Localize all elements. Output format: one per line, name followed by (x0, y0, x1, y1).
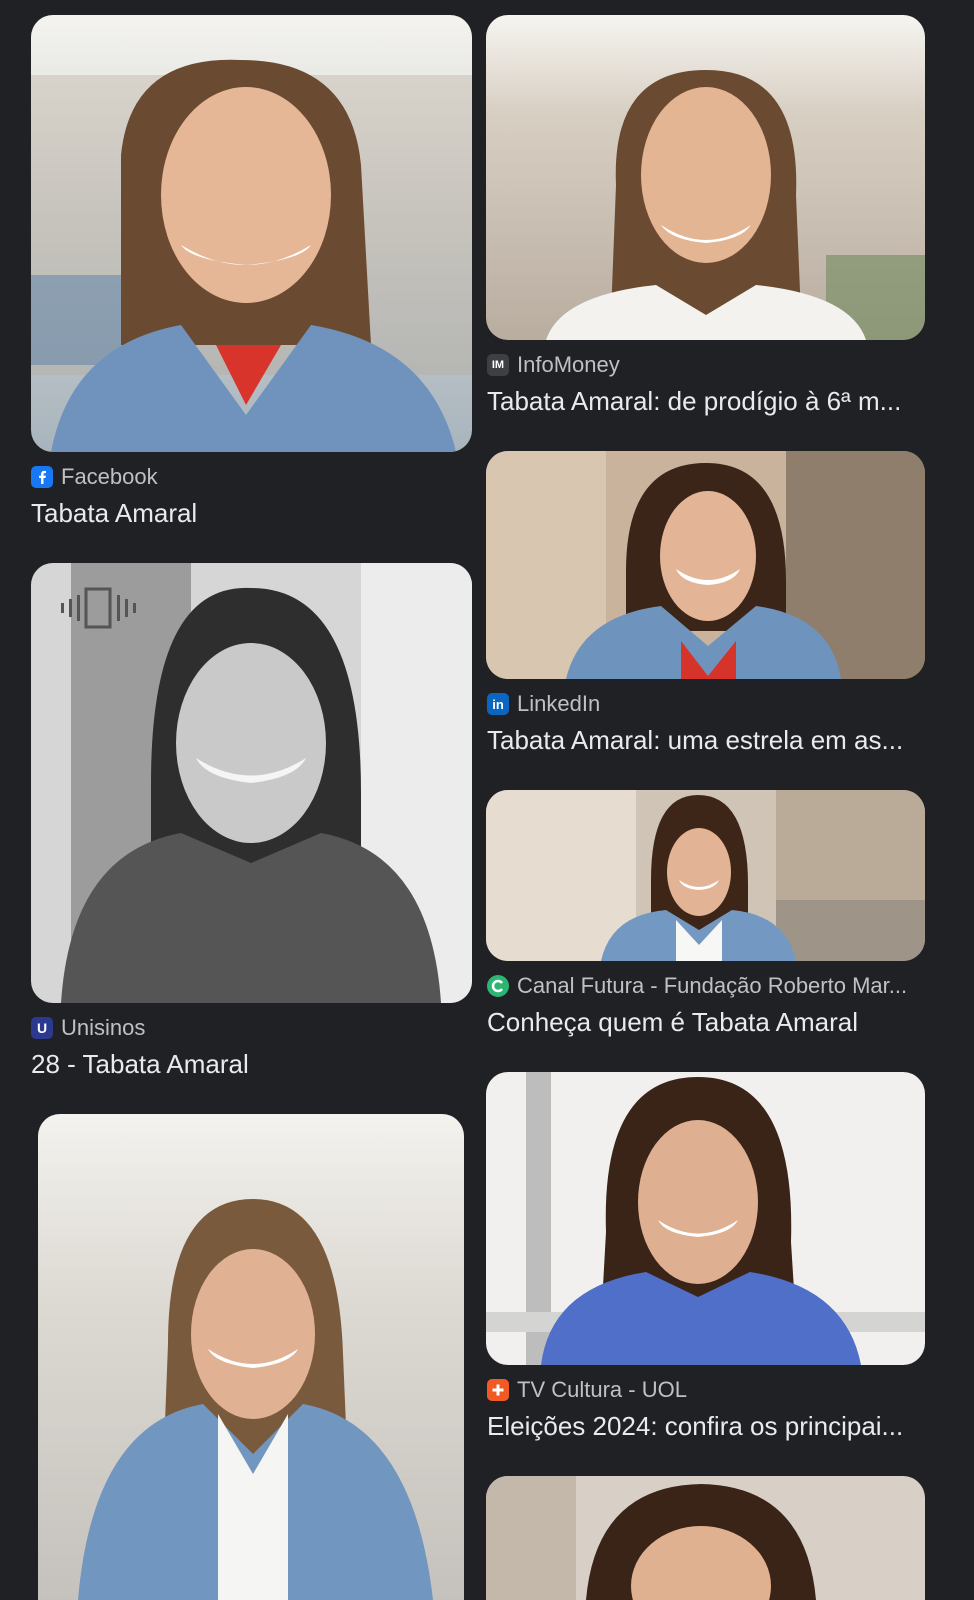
result-source-infomoney[interactable]: IM InfoMoney (487, 352, 620, 378)
unisinos-icon: U (31, 1017, 53, 1039)
result-source-unisinos[interactable]: U Unisinos (31, 1015, 145, 1041)
result-source-facebook[interactable]: Facebook (31, 464, 158, 490)
tv-cultura-icon (487, 1379, 509, 1401)
result-image-tv-cultura[interactable] (486, 1072, 925, 1365)
result-title-tv-cultura[interactable]: Eleições 2024: confira os principai... (487, 1411, 925, 1442)
result-title-infomoney[interactable]: Tabata Amaral: de prodígio à 6ª m... (487, 386, 925, 417)
canal-futura-icon (487, 975, 509, 997)
source-label: Unisinos (61, 1015, 146, 1040)
result-source-linkedin[interactable]: in LinkedIn (487, 691, 600, 717)
result-image-canal-futura[interactable] (486, 790, 925, 961)
result-image-linkedin[interactable] (486, 451, 925, 679)
infomoney-icon: IM (487, 354, 509, 376)
source-label: InfoMoney (517, 352, 620, 377)
result-image-facebook[interactable] (31, 15, 472, 452)
result-source-tv-cultura[interactable]: TV Cultura - UOL (487, 1377, 687, 1403)
result-title-facebook[interactable]: Tabata Amaral (31, 498, 471, 529)
source-label: TV Cultura - UOL (517, 1377, 687, 1402)
result-image-bottom-left[interactable] (38, 1114, 464, 1600)
source-label: Canal Futura - Fundação Roberto Mar... (517, 973, 908, 998)
result-title-canal-futura[interactable]: Conheça quem é Tabata Amaral (487, 1007, 925, 1038)
result-image-unisinos[interactable] (31, 563, 472, 1003)
source-label: Facebook (61, 464, 158, 489)
result-title-linkedin[interactable]: Tabata Amaral: uma estrela em as... (487, 725, 925, 756)
linkedin-icon: in (487, 693, 509, 715)
source-label: LinkedIn (517, 691, 601, 716)
result-title-unisinos[interactable]: 28 - Tabata Amaral (31, 1049, 471, 1080)
facebook-icon (31, 466, 53, 488)
result-source-canal-futura[interactable]: Canal Futura - Fundação Roberto Mar... (487, 973, 907, 999)
result-image-infomoney[interactable] (486, 15, 925, 340)
result-image-bottom-right[interactable] (486, 1476, 925, 1600)
